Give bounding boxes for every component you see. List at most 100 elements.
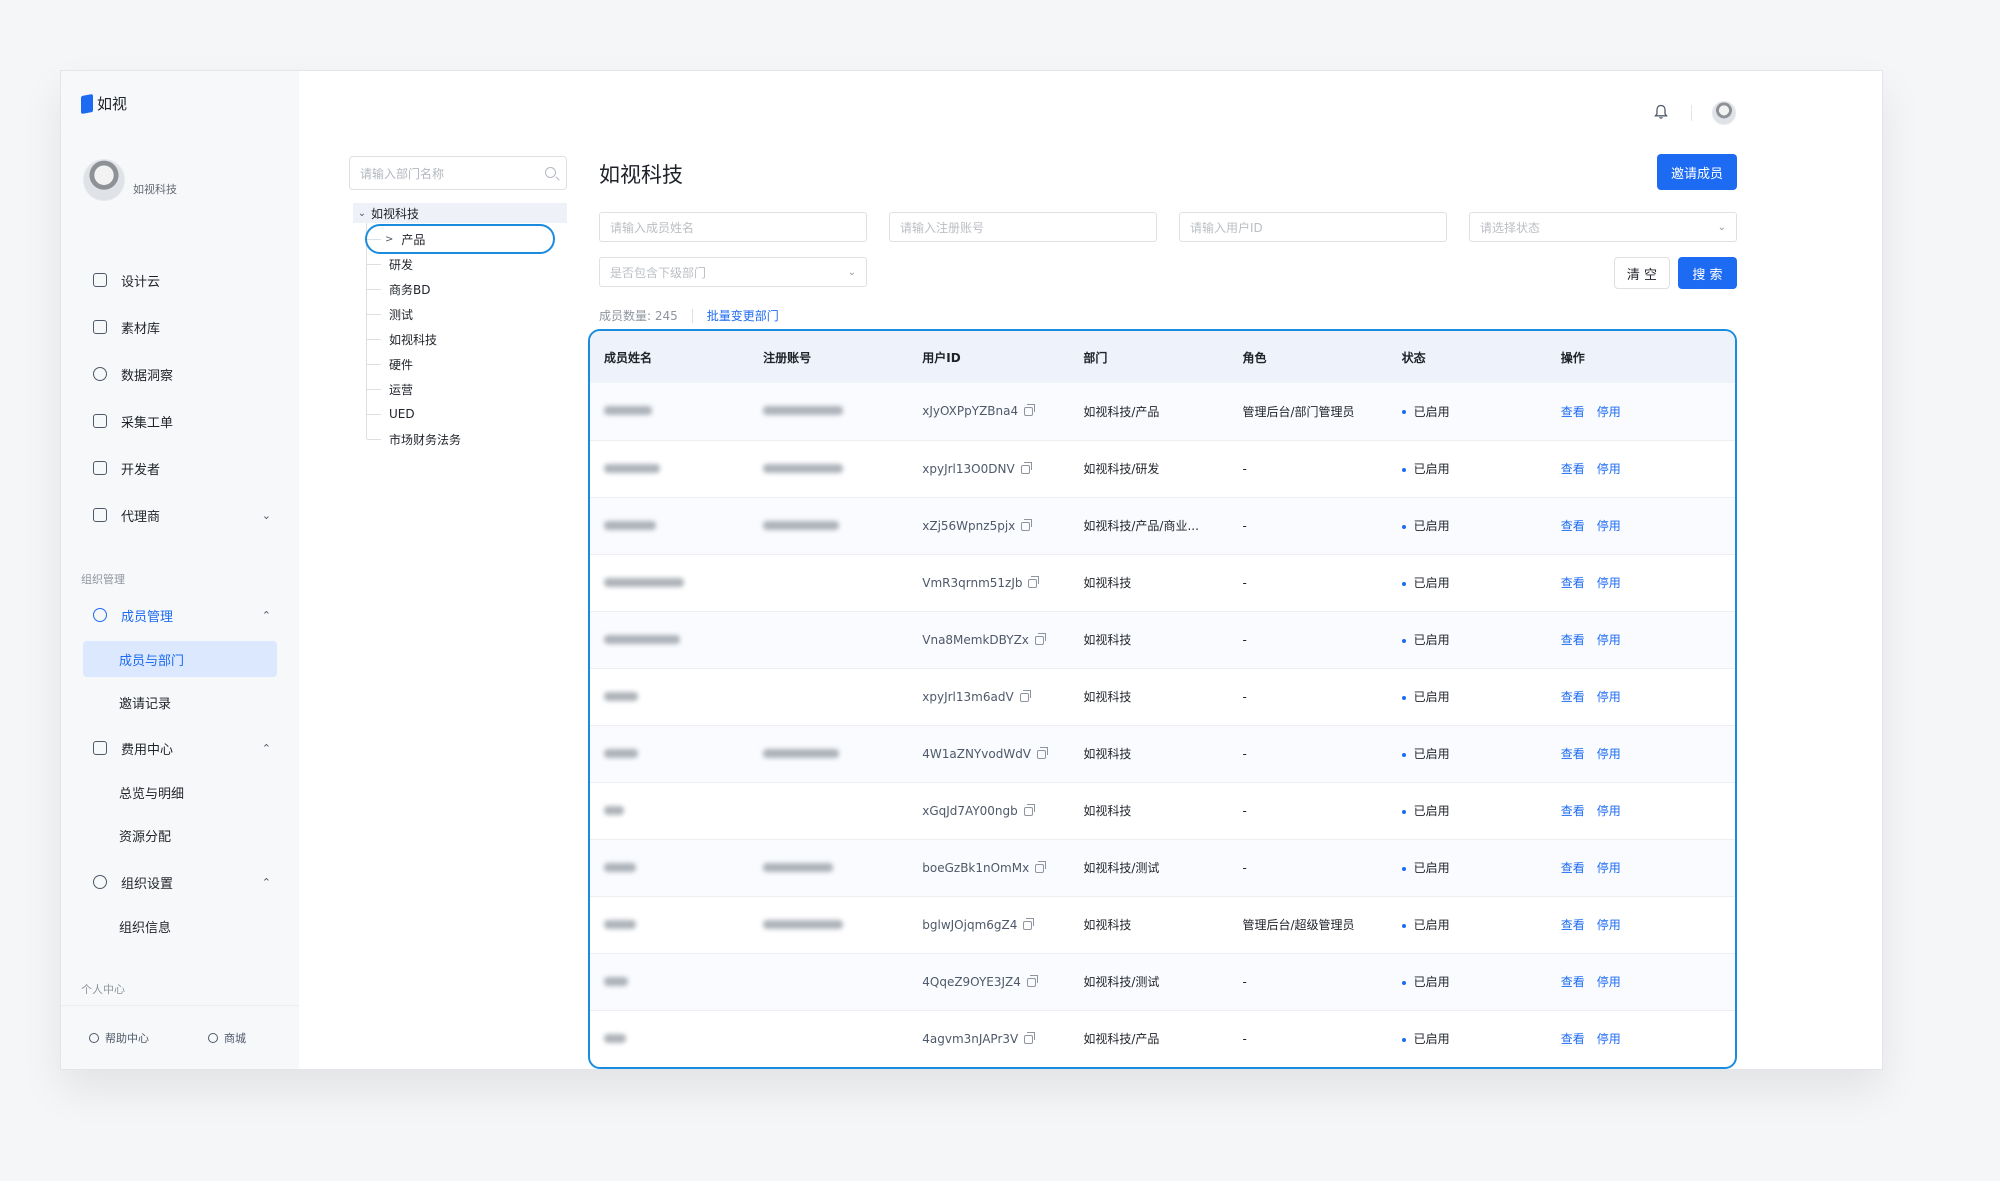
disable-link[interactable]: 停用 bbox=[1597, 633, 1621, 647]
table-row[interactable]: xGqJd7AY00ngb 如视科技 - 已启用 查看 停用 bbox=[590, 782, 1735, 840]
tree-node-label: 研发 bbox=[389, 257, 414, 272]
table-row[interactable]: 4W1aZNYvodWdV 如视科技 - 已启用 查看 停用 bbox=[590, 725, 1735, 783]
sidebar-subitem-resource-allocation[interactable]: 资源分配 bbox=[83, 817, 277, 853]
sidebar-subitem-invite-records[interactable]: 邀请记录 bbox=[83, 684, 277, 720]
member-name-input[interactable]: 请输入成员姓名 bbox=[599, 212, 867, 242]
chevron-down-icon[interactable]: ⌄ bbox=[353, 208, 371, 219]
view-link[interactable]: 查看 bbox=[1561, 405, 1585, 419]
redacted-account bbox=[763, 463, 844, 473]
sidebar-subitem-overview[interactable]: 总览与明细 bbox=[83, 774, 277, 810]
view-link[interactable]: 查看 bbox=[1561, 861, 1585, 875]
view-link[interactable]: 查看 bbox=[1561, 633, 1585, 647]
cell-user-id: VmR3qrnm51zJb bbox=[908, 554, 1070, 612]
table-row[interactable]: VmR3qrnm51zJb 如视科技 - 已启用 查看 停用 bbox=[590, 554, 1735, 612]
brand-name: 如视 bbox=[97, 95, 128, 113]
status-dot-icon bbox=[1401, 581, 1406, 586]
table-row[interactable]: 4QqeZ9OYE3JZ4 如视科技/测试 - 已启用 查看 停用 bbox=[590, 953, 1735, 1011]
view-link[interactable]: 查看 bbox=[1561, 576, 1585, 590]
view-link[interactable]: 查看 bbox=[1561, 1032, 1585, 1046]
user-avatar[interactable] bbox=[1712, 101, 1736, 125]
disable-link[interactable]: 停用 bbox=[1597, 405, 1621, 419]
search-button[interactable]: 搜 索 bbox=[1678, 257, 1737, 289]
sidebar-item-label: 代理商 bbox=[121, 509, 161, 525]
subdepartment-select[interactable]: 是否包含下级部门 ⌄ bbox=[599, 257, 867, 287]
invite-member-button[interactable]: 邀请成员 bbox=[1657, 154, 1737, 190]
table-row[interactable]: 4agvm3nJAPr3V 如视科技/产品 - 已启用 查看 停用 bbox=[590, 1010, 1735, 1067]
copy-icon[interactable] bbox=[1019, 689, 1031, 702]
sidebar-subitem-org-info[interactable]: 组织信息 bbox=[83, 908, 277, 944]
status-select[interactable]: 请选择状态 ⌄ bbox=[1469, 212, 1737, 242]
sidebar-item-agent[interactable]: 代理商 ⌄ bbox=[81, 498, 281, 532]
tree-node-root[interactable]: ⌄ 如视科技 bbox=[353, 203, 567, 223]
disable-link[interactable]: 停用 bbox=[1597, 747, 1621, 761]
copy-icon[interactable] bbox=[1037, 746, 1049, 759]
copy-icon[interactable] bbox=[1035, 860, 1047, 873]
cell-user-id: 4W1aZNYvodWdV bbox=[908, 725, 1070, 783]
copy-icon[interactable] bbox=[1028, 575, 1040, 588]
disable-link[interactable]: 停用 bbox=[1597, 519, 1621, 533]
view-link[interactable]: 查看 bbox=[1561, 747, 1585, 761]
tree-node-rd[interactable]: 研发 bbox=[367, 253, 413, 275]
copy-icon[interactable] bbox=[1020, 461, 1032, 474]
sidebar-item-billing[interactable]: 费用中心 ⌃ bbox=[81, 731, 281, 765]
copy-icon[interactable] bbox=[1024, 1031, 1036, 1044]
disable-link[interactable]: 停用 bbox=[1597, 576, 1621, 590]
sidebar-item-work-orders[interactable]: 采集工单 bbox=[81, 404, 281, 438]
view-link[interactable]: 查看 bbox=[1561, 804, 1585, 818]
store-link[interactable]: 商城 bbox=[208, 1030, 299, 1046]
org-profile[interactable]: 如视科技 bbox=[83, 159, 177, 201]
tree-node-hardware[interactable]: 硬件 bbox=[367, 353, 413, 375]
disable-link[interactable]: 停用 bbox=[1597, 918, 1621, 932]
table-row[interactable]: xpyJrl13m6adV 如视科技 - 已启用 查看 停用 bbox=[590, 668, 1735, 726]
disable-link[interactable]: 停用 bbox=[1597, 804, 1621, 818]
sidebar-item-insights[interactable]: 数据洞察 bbox=[81, 357, 281, 391]
brand-logo[interactable]: 如视 bbox=[81, 93, 127, 114]
view-link[interactable]: 查看 bbox=[1561, 918, 1585, 932]
copy-icon[interactable] bbox=[1026, 974, 1038, 987]
tree-node-ued[interactable]: UED bbox=[367, 403, 415, 425]
table-row[interactable]: bglwJOjqm6gZ4 如视科技 管理后台/超级管理员 已启用 查看 停用 bbox=[590, 896, 1735, 954]
bell-icon[interactable] bbox=[1654, 104, 1668, 120]
account-input[interactable]: 请输入注册账号 bbox=[889, 212, 1157, 242]
copy-icon[interactable] bbox=[1034, 632, 1046, 645]
tree-node-company[interactable]: 如视科技 bbox=[367, 328, 437, 350]
column-header-user-id: 用户ID bbox=[908, 331, 1070, 383]
disable-link[interactable]: 停用 bbox=[1597, 1032, 1621, 1046]
view-link[interactable]: 查看 bbox=[1561, 975, 1585, 989]
sidebar-item-developer[interactable]: 开发者 bbox=[81, 451, 281, 485]
department-search-input[interactable]: 请输入部门名称 bbox=[349, 156, 567, 190]
sidebar-item-org-settings[interactable]: 组织设置 ⌃ bbox=[81, 865, 281, 899]
sidebar-item-design-cloud[interactable]: 设计云 bbox=[81, 263, 281, 297]
table-row[interactable]: xZj56Wpnz5pjx 如视科技/产品/商业... - 已启用 查看 停用 bbox=[590, 497, 1735, 555]
disable-link[interactable]: 停用 bbox=[1597, 462, 1621, 476]
view-link[interactable]: 查看 bbox=[1561, 462, 1585, 476]
table-row[interactable]: xJyOXPpYZBna4 如视科技/产品 管理后台/部门管理员 已启用 查看 停用 bbox=[590, 383, 1735, 441]
table-row[interactable]: xpyJrl13O0DNV 如视科技/研发 - 已启用 查看 停用 bbox=[590, 440, 1735, 498]
sidebar-item-label: 组织设置 bbox=[121, 876, 174, 892]
tree-node-test[interactable]: 测试 bbox=[367, 303, 413, 325]
help-center-link[interactable]: 帮助中心 bbox=[89, 1030, 180, 1046]
copy-icon[interactable] bbox=[1024, 404, 1036, 417]
view-link[interactable]: 查看 bbox=[1561, 519, 1585, 533]
disable-link[interactable]: 停用 bbox=[1597, 861, 1621, 875]
sidebar-subitem-members-departments[interactable]: 成员与部门 bbox=[83, 641, 277, 677]
brand-logo-icon bbox=[81, 93, 93, 114]
tree-node-label: 测试 bbox=[389, 307, 414, 322]
tree-node-bd[interactable]: 商务BD bbox=[367, 278, 430, 300]
tree-node-finance-legal[interactable]: 市场财务法务 bbox=[367, 428, 461, 450]
user-id-input[interactable]: 请输入用户ID bbox=[1179, 212, 1447, 242]
copy-icon[interactable] bbox=[1023, 917, 1035, 930]
copy-icon[interactable] bbox=[1021, 518, 1033, 531]
batch-change-department-link[interactable]: 批量变更部门 bbox=[707, 307, 779, 324]
view-link[interactable]: 查看 bbox=[1561, 690, 1585, 704]
copy-icon[interactable] bbox=[1023, 803, 1035, 816]
sidebar-item-member-management[interactable]: 成员管理 ⌃ bbox=[81, 598, 281, 632]
disable-link[interactable]: 停用 bbox=[1597, 690, 1621, 704]
clear-button[interactable]: 清 空 bbox=[1614, 257, 1670, 289]
sidebar-item-assets[interactable]: 素材库 bbox=[81, 310, 281, 344]
table-row[interactable]: Vna8MemkDBYZx 如视科技 - 已启用 查看 停用 bbox=[590, 611, 1735, 669]
cell-department: 如视科技/测试 bbox=[1069, 953, 1229, 1011]
disable-link[interactable]: 停用 bbox=[1597, 975, 1621, 989]
table-row[interactable]: boeGzBk1nOmMx 如视科技/测试 - 已启用 查看 停用 bbox=[590, 839, 1735, 897]
tree-node-operations[interactable]: 运营 bbox=[367, 378, 413, 400]
